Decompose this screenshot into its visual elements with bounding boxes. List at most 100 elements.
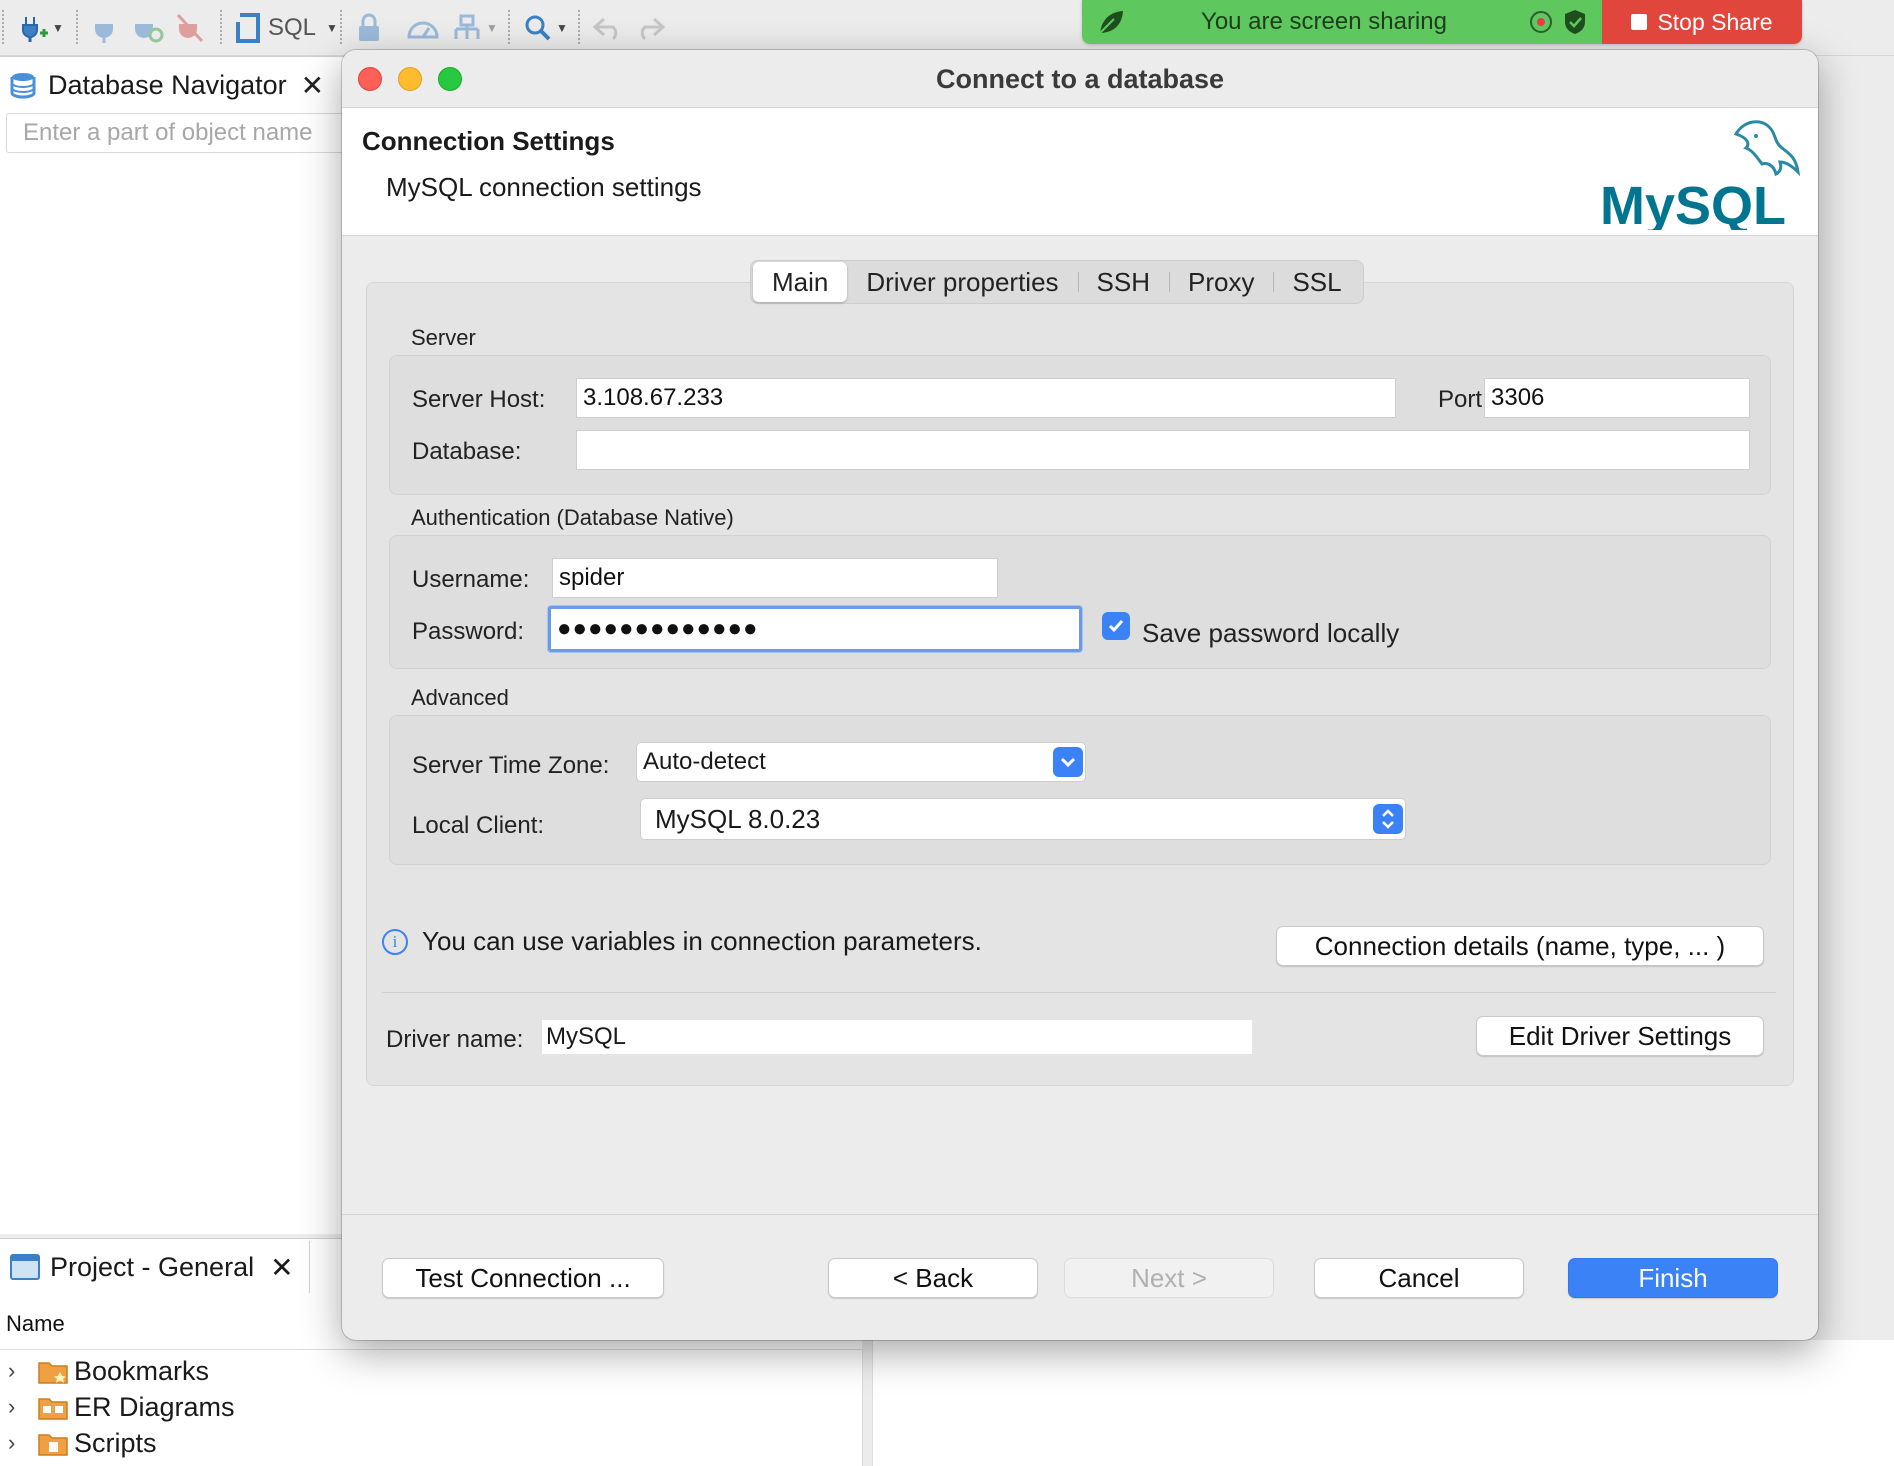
sql-label: SQL [268,14,317,41]
stepper-button[interactable] [1373,804,1403,834]
local-client-select[interactable]: MySQL 8.0.23 [640,798,1406,840]
timezone-label: Server Time Zone: [412,752,610,779]
record-icon[interactable] [1530,11,1552,33]
tree-item-label: Scripts [74,1427,157,1458]
username-value: spider [559,564,625,591]
project-tab[interactable]: Project - General ✕ [0,1241,310,1293]
navigator-filter-input[interactable] [7,114,344,152]
tree-item-scripts[interactable]: › Scripts [8,1425,235,1461]
username-field[interactable]: spider [552,558,998,598]
auth-group-label: Authentication (Database Native) [411,505,734,530]
new-connection-button[interactable]: ▼ [18,12,64,44]
password-field[interactable]: ●●●●●●●●●●●●● [548,606,1082,652]
dashboard-button[interactable] [406,12,440,44]
updown-chevron-icon [1382,809,1394,829]
new-connection-icon [22,17,48,42]
connection-details-button[interactable]: Connection details (name, type, ... ) [1276,926,1764,966]
dialog-header: Connection Settings MySQL connection set… [342,108,1818,236]
advanced-group: Server Time Zone: Auto-detect Local Clie… [389,715,1771,865]
project-tree: › Bookmarks › ER Diagrams › Scripts [8,1353,235,1461]
navigator-tab[interactable]: Database Navigator ✕ [8,67,324,103]
lock-icon [359,13,379,41]
chevron-down-icon: ▼ [52,21,64,35]
tab-ssl[interactable]: SSL [1273,262,1360,302]
project-title: Project - General [50,1251,255,1282]
next-button[interactable]: Next > [1064,1258,1274,1298]
tab-main[interactable]: Main [753,262,848,302]
port-field[interactable]: 3306 [1484,378,1750,418]
footer-divider [342,1214,1818,1215]
server-host-field[interactable]: 3.108.67.233 [576,378,1396,418]
cancel-button[interactable]: Cancel [1314,1258,1524,1298]
driver-name-field[interactable]: MySQL [542,1020,1252,1054]
sql-editor-button[interactable]: SQL ▼ [234,12,338,44]
column-header-name[interactable]: Name [6,1311,65,1337]
screen-share-banner: You are screen sharing Stop Share [1082,0,1802,44]
back-button[interactable]: < Back [828,1258,1038,1298]
search-icon [525,15,551,41]
dashboard-icon [407,21,439,39]
dialog-title: Connect to a database [935,64,1225,94]
port-label: Port: [1438,386,1489,413]
save-password-label[interactable]: Save password locally [1142,618,1399,649]
auth-group: Username: spider Password: ●●●●●●●●●●●●●… [389,535,1771,669]
timezone-value: Auto-detect [643,748,766,775]
back-button[interactable] [592,12,624,44]
stop-share-button[interactable]: Stop Share [1602,0,1802,44]
local-client-value: MySQL 8.0.23 [655,803,821,834]
driver-name-value: MySQL [546,1023,627,1050]
toolbar-separator [76,10,80,44]
navigator-filter-field[interactable] [6,113,345,153]
commit-icon [454,14,480,39]
editor-area [872,1340,1894,1466]
mysql-logo: MySQL [1600,120,1801,230]
server-host-value: 3.108.67.233 [583,384,724,411]
lock-button[interactable] [356,12,382,44]
er-diagrams-folder-icon [38,1398,68,1420]
info-text: You can use variables in connection para… [422,926,982,956]
save-password-checkbox[interactable] [1102,612,1130,640]
settings-tabs: Main Driver properties SSH Proxy SSL [750,260,1364,304]
reconnect-button[interactable] [132,12,164,44]
toolbar-grip [2,10,6,44]
username-label: Username: [412,566,530,593]
test-connection-button[interactable]: Test Connection ... [382,1258,664,1298]
chevron-right-icon[interactable]: › [8,1430,38,1456]
close-icon[interactable]: ✕ [301,69,324,102]
edit-driver-settings-button[interactable]: Edit Driver Settings [1476,1016,1764,1056]
chevron-right-icon[interactable]: › [8,1394,38,1420]
server-host-label: Server Host: [412,386,546,413]
local-client-label: Local Client: [412,812,545,839]
timezone-select[interactable]: Auto-detect [636,742,1086,782]
screen-share-message: You are screen sharing [1201,8,1447,35]
svg-text:MySQL: MySQL [1600,176,1786,230]
shield-icon[interactable] [1562,8,1588,36]
stop-share-label: Stop Share [1657,8,1773,35]
info-icon: i [382,928,408,955]
forward-button[interactable] [634,12,666,44]
tree-item-bookmarks[interactable]: › Bookmarks [8,1353,235,1389]
screen-share-status[interactable]: You are screen sharing [1082,0,1602,44]
commit-button[interactable]: ▼ [452,12,498,44]
dropdown-button[interactable] [1053,747,1083,777]
tab-ssh[interactable]: SSH [1077,262,1169,302]
password-value: ●●●●●●●●●●●●● [557,615,759,642]
toolbar-separator [508,10,512,44]
database-field[interactable] [576,430,1750,470]
connect-icon [95,16,113,43]
close-icon[interactable]: ✕ [270,1251,293,1284]
tab-proxy[interactable]: Proxy [1169,262,1273,302]
forward-icon [640,17,666,41]
bookmarks-folder-icon [38,1362,68,1384]
tree-item-er-diagrams[interactable]: › ER Diagrams [8,1389,235,1425]
tab-driver-properties[interactable]: Driver properties [847,262,1077,302]
database-navigator-panel: Database Navigator ✕ [0,56,345,1234]
tree-item-label: Bookmarks [74,1355,210,1386]
toolbar-separator [220,10,224,44]
finish-button[interactable]: Finish [1568,1258,1778,1298]
connect-button[interactable] [92,12,118,44]
disconnect-button[interactable] [176,12,204,44]
chevron-right-icon[interactable]: › [8,1358,38,1384]
database-icon [10,73,36,99]
search-button[interactable]: ▼ [524,12,568,44]
